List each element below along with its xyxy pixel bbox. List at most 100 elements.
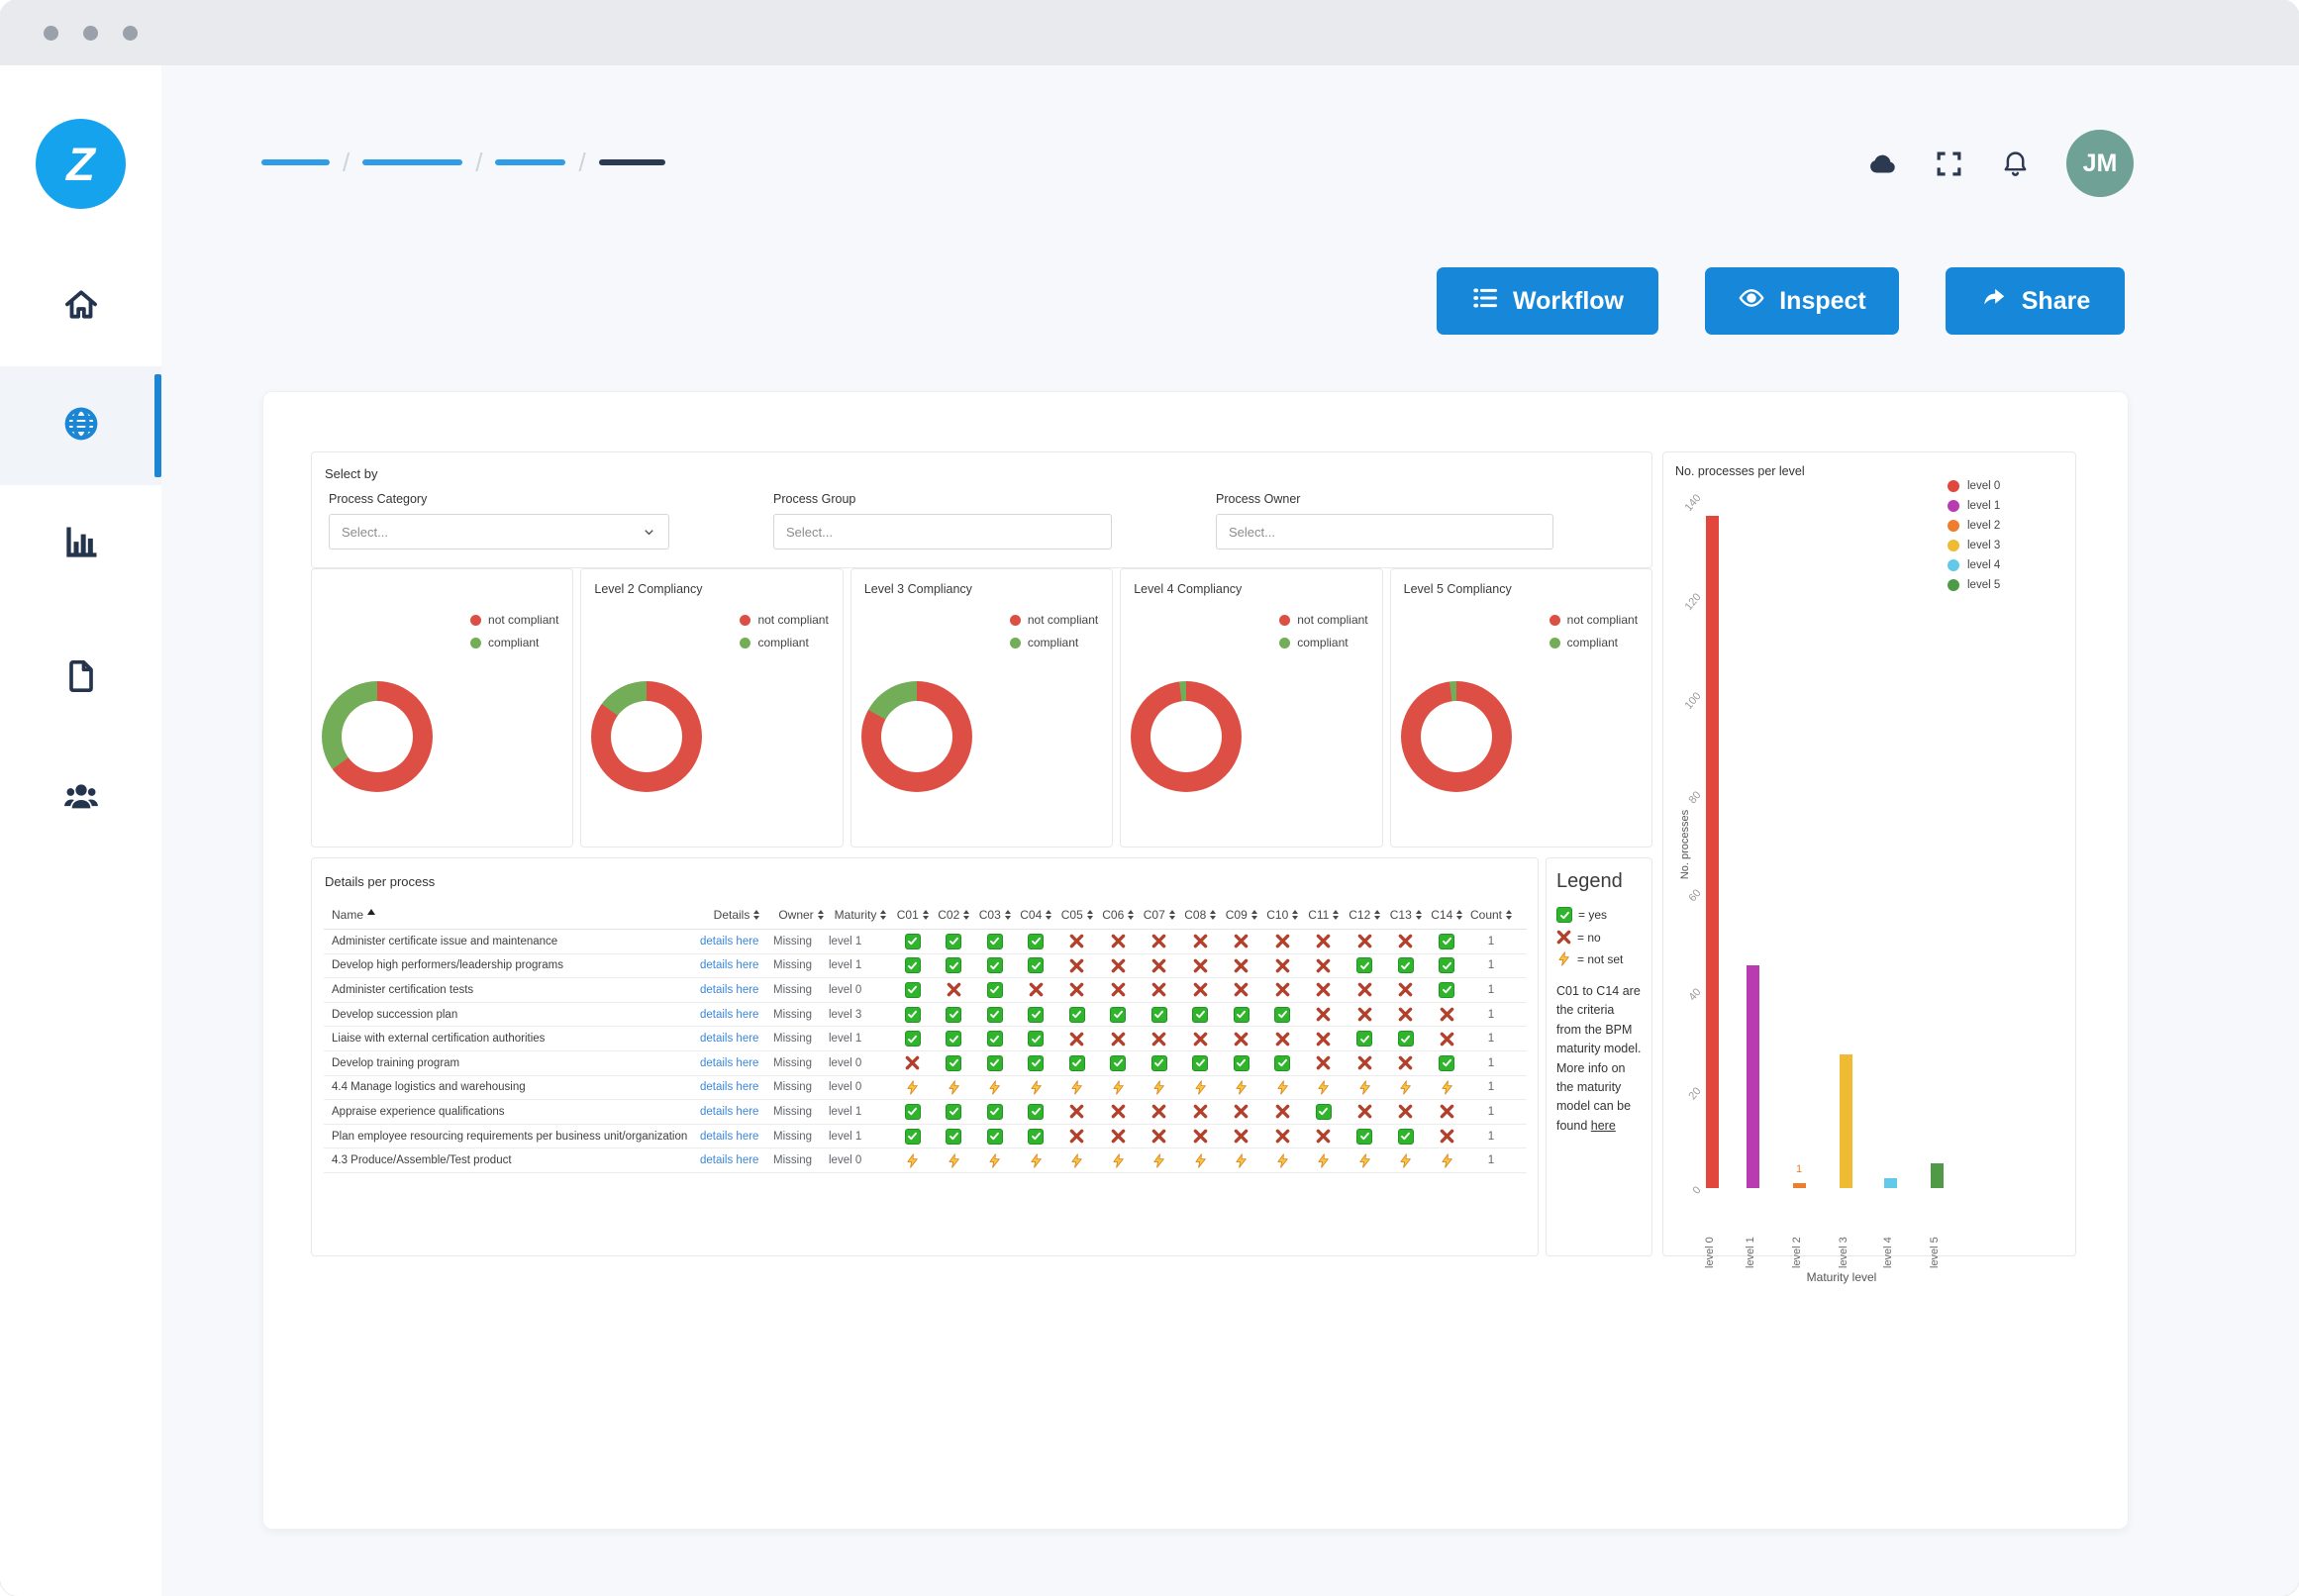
- cross-icon: [1316, 1032, 1331, 1047]
- bell-icon[interactable]: [2000, 149, 2031, 179]
- criteria-cell: [1016, 1055, 1057, 1071]
- column-header-label: C12: [1349, 908, 1370, 922]
- process-group-select[interactable]: Select...: [773, 514, 1112, 549]
- column-header-details[interactable]: Details: [700, 908, 773, 922]
- maturity-model-link[interactable]: here: [1591, 1119, 1616, 1133]
- workflow-button-label: Workflow: [1513, 287, 1624, 316]
- cross-icon: [1234, 1032, 1249, 1047]
- criteria-cell: [1139, 1007, 1180, 1023]
- column-header-owner[interactable]: Owner: [773, 908, 829, 922]
- details-link[interactable]: details here: [700, 984, 773, 996]
- criteria-cell: [1262, 1104, 1304, 1119]
- process-owner-select[interactable]: Select...: [1216, 514, 1553, 549]
- column-header-label: C14: [1431, 908, 1452, 922]
- column-header-c10[interactable]: C10: [1262, 908, 1304, 922]
- y-axis-tick-label: 40: [1673, 986, 1704, 1020]
- sidebar-item-documents[interactable]: [0, 619, 161, 738]
- details-link[interactable]: details here: [700, 936, 773, 948]
- column-header-c07[interactable]: C07: [1139, 908, 1180, 922]
- window-control-dot[interactable]: [44, 26, 58, 41]
- bolt-icon: [1029, 1153, 1044, 1168]
- compliancy-card-3: Level 3 Compliancynot compliantcompliant: [850, 568, 1113, 848]
- criteria-cell: [1056, 1055, 1098, 1071]
- column-header-c01[interactable]: C01: [892, 908, 934, 922]
- criteria-cell: [1262, 1080, 1304, 1095]
- inspect-button[interactable]: Inspect: [1705, 267, 1899, 335]
- details-link[interactable]: details here: [700, 959, 773, 971]
- sort-icon: [1456, 910, 1462, 920]
- criteria-cell: [1098, 958, 1140, 973]
- process-name-cell: Administer certificate issue and mainten…: [324, 936, 700, 948]
- column-header-c05[interactable]: C05: [1056, 908, 1098, 922]
- count-cell: 1: [1467, 1081, 1515, 1093]
- check-icon: [1069, 1055, 1085, 1071]
- owner-cell: Missing: [773, 1081, 829, 1093]
- app-logo[interactable]: Z: [36, 119, 126, 209]
- column-header-c09[interactable]: C09: [1221, 908, 1262, 922]
- details-link[interactable]: details here: [700, 1081, 773, 1093]
- criteria-cell: [1180, 1129, 1222, 1144]
- cross-icon: [1275, 1032, 1290, 1047]
- sidebar-item-home[interactable]: [0, 248, 161, 366]
- breadcrumb-segment[interactable]: [261, 159, 330, 165]
- cross-icon: [1151, 982, 1166, 997]
- donut-legend-label: not compliant: [757, 613, 828, 627]
- legend-item-text: = no: [1577, 931, 1601, 945]
- cloud-icon[interactable]: [1867, 149, 1898, 179]
- owner-cell: Missing: [773, 1033, 829, 1045]
- check-icon: [905, 934, 921, 949]
- count-cell: 1: [1467, 959, 1515, 971]
- sidebar-item-processes[interactable]: [0, 366, 161, 485]
- column-header-count[interactable]: Count: [1467, 908, 1515, 922]
- bolt-icon: [987, 1080, 1002, 1095]
- workflow-button[interactable]: Workflow: [1437, 267, 1658, 335]
- criteria-cell: [1180, 1153, 1222, 1168]
- share-button[interactable]: Share: [1946, 267, 2125, 335]
- criteria-cell: [934, 1104, 975, 1120]
- column-header-c08[interactable]: C08: [1180, 908, 1222, 922]
- bar-chart-icon: [61, 523, 101, 567]
- criteria-cell: [934, 934, 975, 949]
- avatar[interactable]: JM: [2066, 130, 2134, 197]
- column-header-c02[interactable]: C02: [934, 908, 975, 922]
- criteria-cell: [1385, 1129, 1427, 1145]
- column-header-c12[interactable]: C12: [1345, 908, 1386, 922]
- column-header-label: Name: [332, 908, 363, 922]
- details-link[interactable]: details here: [700, 1057, 773, 1069]
- cross-icon: [1111, 958, 1126, 973]
- window-control-dot[interactable]: [123, 26, 138, 41]
- column-header-c06[interactable]: C06: [1098, 908, 1140, 922]
- breadcrumb-segment[interactable]: [362, 159, 462, 165]
- details-link[interactable]: details here: [700, 1154, 773, 1166]
- bolt-icon: [947, 1153, 961, 1168]
- bolt-icon: [1440, 1153, 1454, 1168]
- check-icon: [987, 1129, 1003, 1145]
- column-header-label: C08: [1184, 908, 1206, 922]
- y-axis-tick-label: 140: [1673, 492, 1704, 526]
- process-category-select[interactable]: Select...: [329, 514, 669, 549]
- legend-dot-icon: [470, 638, 481, 648]
- column-header-c04[interactable]: C04: [1016, 908, 1057, 922]
- details-link[interactable]: details here: [700, 1009, 773, 1021]
- breadcrumb-segment[interactable]: [495, 159, 565, 165]
- x-axis-tick-label: level 4: [1882, 1193, 1894, 1268]
- column-header-label: C01: [897, 908, 919, 922]
- details-link[interactable]: details here: [700, 1131, 773, 1143]
- window-control-dot[interactable]: [83, 26, 98, 41]
- details-link[interactable]: details here: [700, 1106, 773, 1118]
- column-header-name[interactable]: Name: [324, 908, 700, 922]
- criteria-cell: [1303, 1104, 1345, 1120]
- sidebar-item-users[interactable]: [0, 738, 161, 856]
- sidebar-item-analytics[interactable]: [0, 485, 161, 604]
- sort-icon: [1374, 910, 1380, 920]
- breadcrumb-segment[interactable]: [599, 159, 665, 165]
- fullscreen-icon[interactable]: [1934, 149, 1964, 179]
- column-header-c14[interactable]: C14: [1427, 908, 1468, 922]
- column-header-c13[interactable]: C13: [1385, 908, 1427, 922]
- column-header-c03[interactable]: C03: [974, 908, 1016, 922]
- column-header-maturity[interactable]: Maturity: [829, 908, 892, 922]
- details-link[interactable]: details here: [700, 1033, 773, 1045]
- column-header-c11[interactable]: C11: [1303, 908, 1345, 922]
- sidebar-nav: [0, 248, 161, 856]
- sort-icon: [923, 910, 929, 920]
